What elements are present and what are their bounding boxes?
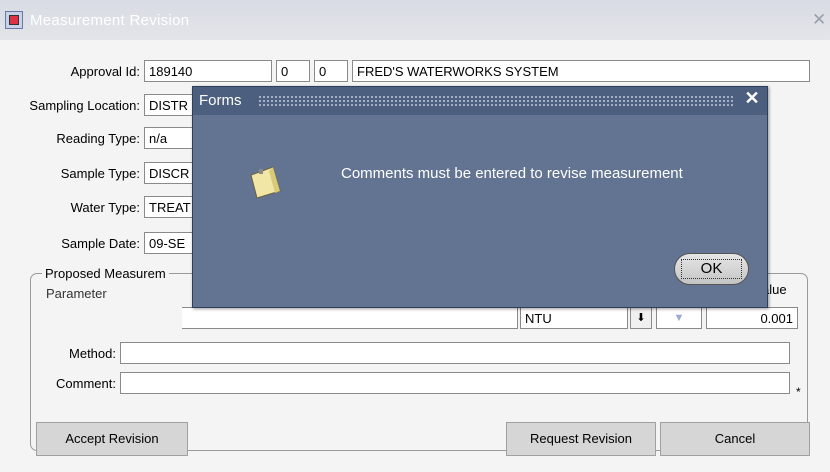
sample-type-label: Sample Type: [60, 166, 140, 181]
required-marker: * [796, 385, 801, 399]
dialog-title: Forms [199, 92, 242, 109]
dialog-close-icon[interactable]: ✕ [741, 88, 763, 112]
water-type-label: Water Type: [70, 200, 140, 215]
unit-field[interactable]: NTU [520, 307, 628, 329]
approval-code2-field[interactable]: 0 [314, 60, 348, 82]
reading-type-label: Reading Type: [56, 131, 140, 146]
dialog-titlebar: Forms ✕ [193, 87, 767, 115]
request-revision-button[interactable]: Request Revision [506, 422, 656, 456]
dialog-titlebar-grip [258, 95, 733, 107]
method-label: Method: [69, 346, 116, 361]
ok-button[interactable]: OK [674, 253, 749, 285]
window-close-icon[interactable]: ✕ [812, 10, 826, 30]
value-field[interactable]: 0.001 [706, 307, 798, 329]
value-label: alue [762, 282, 787, 297]
approval-code1-field[interactable]: 0 [276, 60, 310, 82]
window-title: Measurement Revision [30, 12, 190, 29]
method-field[interactable] [120, 342, 790, 364]
unit-dropdown-icon[interactable]: ⬇ [630, 307, 652, 329]
note-paper-icon [250, 166, 281, 199]
dialog-message: Comments must be entered to revise measu… [341, 165, 683, 182]
parameter-label: Parameter [46, 286, 107, 301]
approval-id-field[interactable]: 189140 [144, 60, 272, 82]
comment-label: Comment: [56, 376, 116, 391]
approval-name-field[interactable]: FRED'S WATERWORKS SYSTEM [352, 60, 810, 82]
parameter-field[interactable] [182, 307, 518, 329]
sampling-location-label: Sampling Location: [29, 98, 140, 113]
forms-alert-dialog: Forms ✕ Comments must be entered to revi… [192, 86, 768, 308]
cancel-button[interactable]: Cancel [660, 422, 810, 456]
approval-id-label: Approval Id: [70, 64, 140, 79]
accept-revision-button[interactable]: Accept Revision [36, 422, 188, 456]
sample-date-label: Sample Date: [61, 236, 140, 251]
app-icon [5, 11, 23, 29]
titlebar: Measurement Revision ✕ [0, 0, 830, 40]
comment-field[interactable] [120, 372, 790, 394]
proposed-measurement-title: Proposed Measurem [42, 266, 169, 281]
value-qualifier-dropdown-icon[interactable]: ▼ [656, 307, 702, 329]
